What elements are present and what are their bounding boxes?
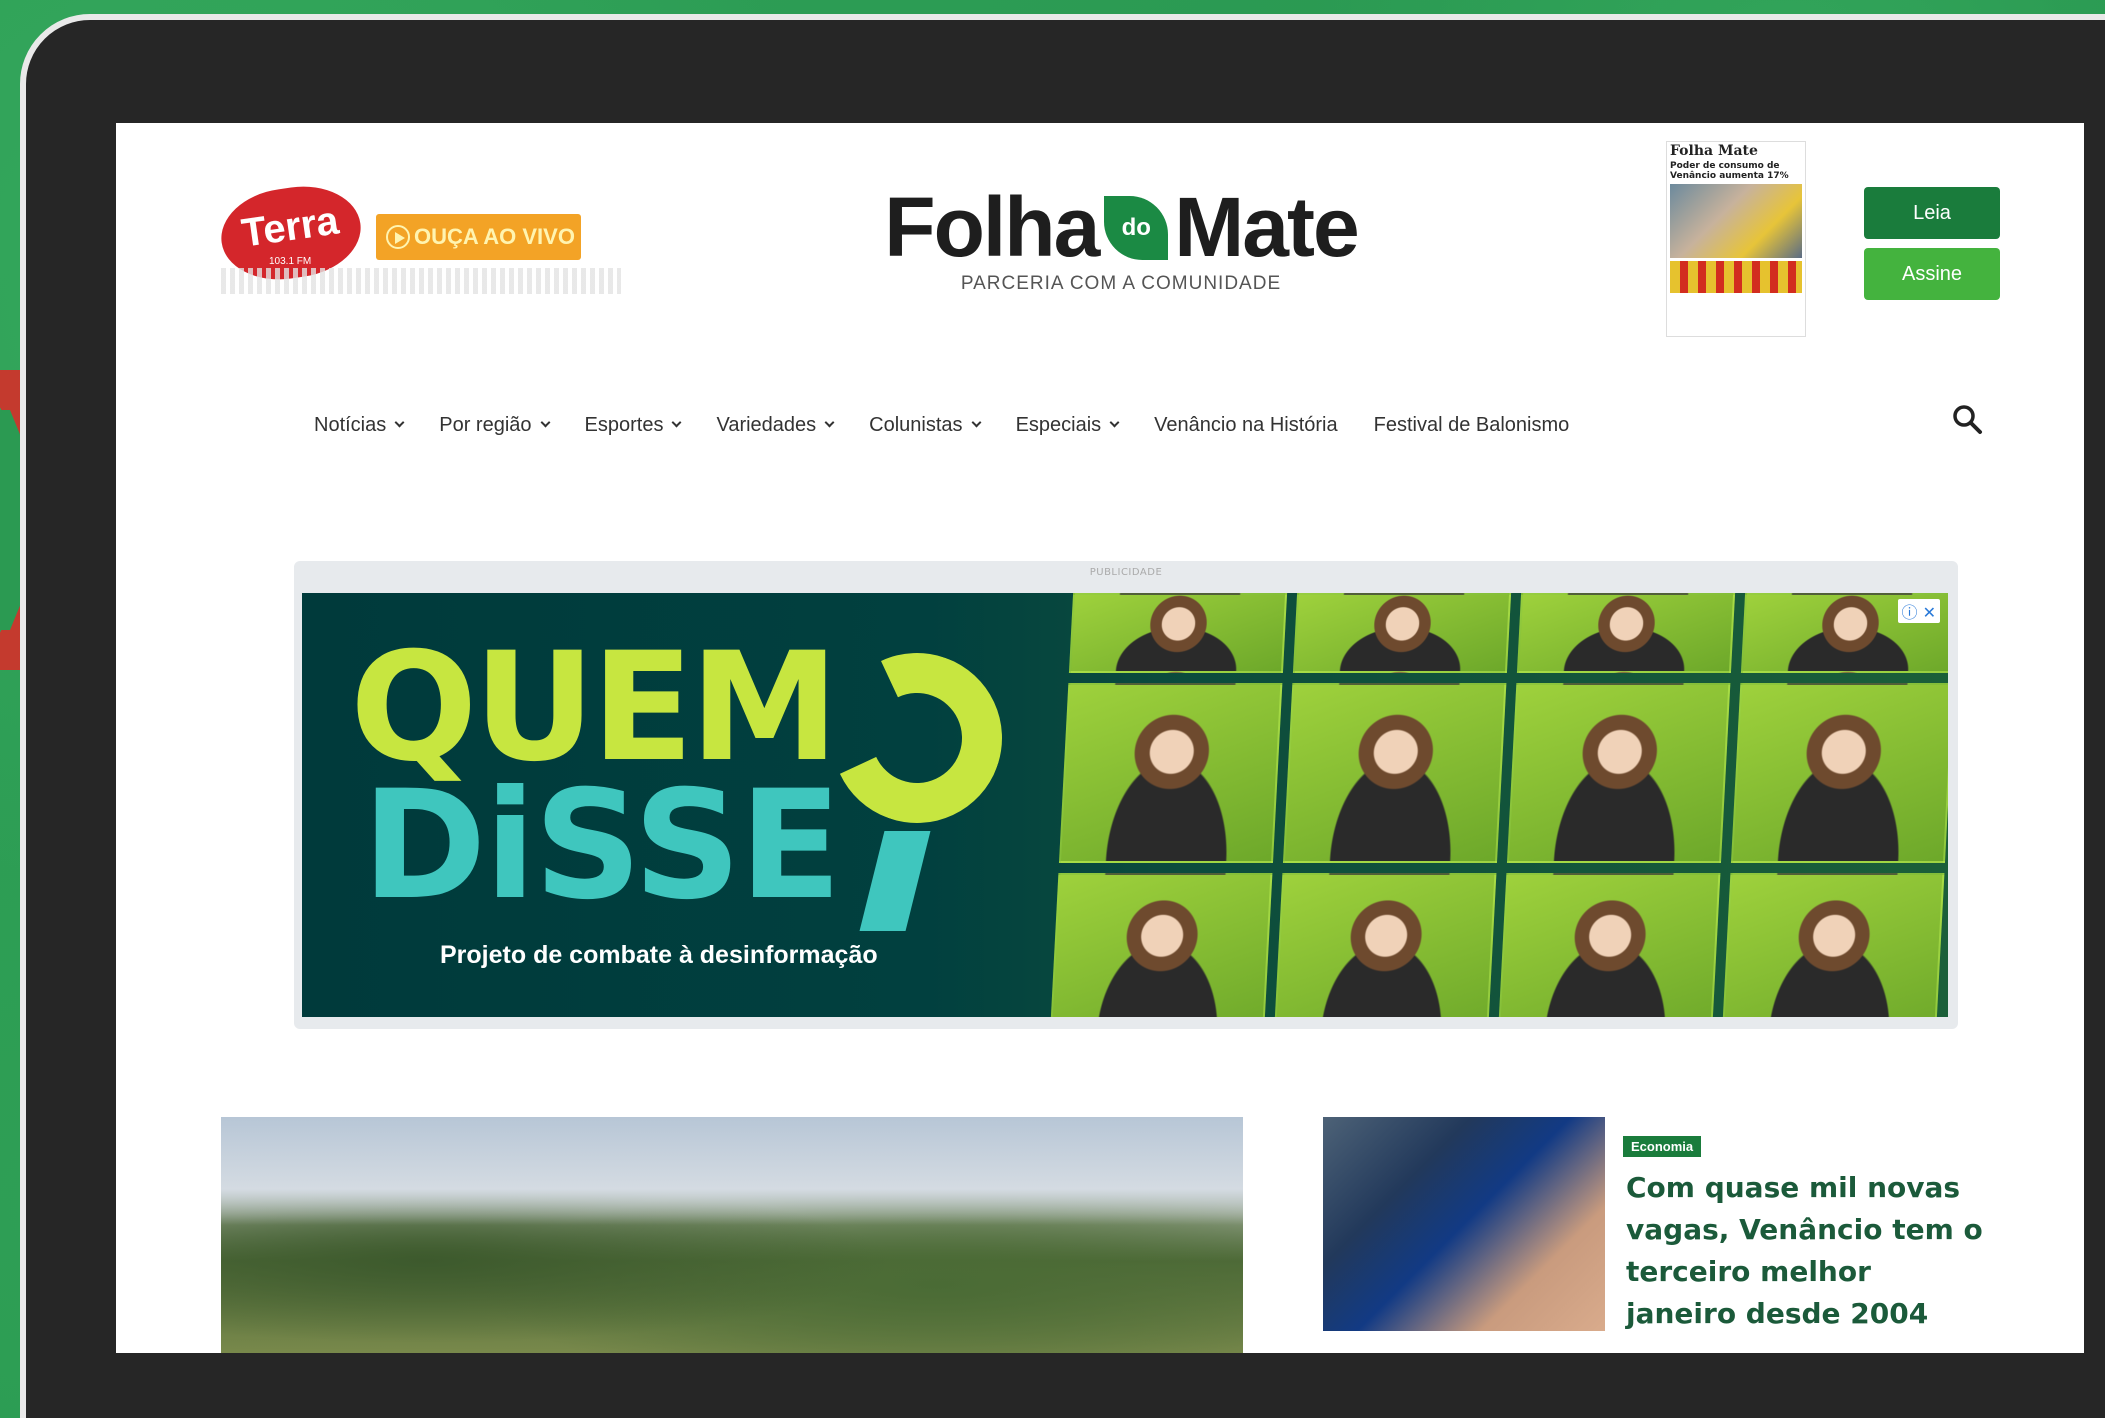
chevron-down-icon: [672, 417, 682, 427]
advertisement-container: PUBLICIDADE QUEM DiSSE Projeto de combat…: [294, 561, 1958, 1029]
ad-photo: [1516, 593, 1736, 673]
ad-photo: [1506, 683, 1731, 863]
ad-photo: [1282, 683, 1507, 863]
nav-item-esportes[interactable]: Esportes: [584, 405, 682, 445]
logo-word-do: do: [1121, 213, 1151, 241]
read-button[interactable]: Leia: [1864, 187, 2000, 239]
nav-item-label: Venâncio na História: [1154, 413, 1338, 436]
ad-photo: [1721, 873, 1945, 1017]
ad-photo: [1068, 593, 1288, 673]
nav-item-por-regiao[interactable]: Por região: [439, 405, 550, 445]
site-logo[interactable]: Folha do Mate PARCERIA COM A COMUNIDADE: [861, 181, 1381, 295]
nav-item-variedades[interactable]: Variedades: [716, 405, 835, 445]
ad-headline-line2: DiSSE: [362, 759, 842, 933]
print-edition-title: Folha Mate: [1670, 143, 1758, 159]
nav-item-venancio-na-historia[interactable]: Venâncio na História: [1154, 405, 1337, 445]
chevron-down-icon: [1109, 417, 1120, 427]
ad-photo: [1058, 683, 1283, 863]
ad-photo-grid: [1049, 593, 1948, 1017]
question-mark-icon: [808, 629, 1026, 847]
browser-viewport: Terra 103.1 FM OUÇA AO VIVO Folha do Mate …: [116, 123, 2084, 1353]
logo-word-mate: Mate: [1174, 180, 1359, 274]
nav-item-label: Notícias: [314, 413, 387, 436]
ad-subtitle: Projeto de combate à desinformação: [440, 941, 878, 969]
nav-item-label: Esportes: [584, 413, 664, 436]
ad-photo: [1497, 873, 1721, 1017]
chevron-down-icon: [824, 417, 835, 427]
nav-item-label: Por região: [439, 413, 532, 436]
subscribe-button[interactable]: Assine: [1864, 248, 2000, 300]
terra-frequency: 103.1 FM: [269, 256, 312, 267]
listen-live-label: OUÇA AO VIVO: [414, 224, 575, 249]
play-icon: [386, 225, 410, 249]
listen-live-button[interactable]: OUÇA AO VIVO: [376, 214, 581, 260]
site-tagline: PARCERIA COM A COMUNIDADE: [960, 273, 1282, 294]
story-headline[interactable]: Com quase mil novas vagas, Venâncio tem …: [1626, 1167, 1986, 1335]
story-category-badge[interactable]: Economia: [1623, 1136, 1702, 1157]
nav-item-festival-de-balonismo[interactable]: Festival de Balonismo: [1374, 405, 1570, 445]
mate-leaf-icon: do: [1104, 195, 1169, 260]
search-icon[interactable]: [1951, 403, 1983, 435]
radio-player[interactable]: Terra 103.1 FM OUÇA AO VIVO: [215, 178, 621, 298]
featured-article-image[interactable]: [221, 1117, 1243, 1353]
nav-item-colunistas[interactable]: Colunistas: [869, 405, 982, 445]
main-navigation: Notícias Por região Esportes Variedades …: [314, 405, 1605, 445]
nav-item-label: Variedades: [716, 413, 817, 436]
nav-item-label: Festival de Balonismo: [1373, 413, 1570, 436]
advertisement-label: PUBLICIDADE: [1089, 567, 1163, 578]
print-edition-thumbnail[interactable]: Folha Mate Poder de consumo de Venâncio …: [1666, 141, 1806, 337]
chevron-down-icon: [971, 417, 982, 427]
print-edition-headline: Poder de consumo de Venâncio aumenta 17%: [1670, 161, 1789, 181]
nav-item-noticias[interactable]: Notícias: [314, 405, 405, 445]
chevron-down-icon: [394, 417, 405, 427]
question-mark-stem: [859, 831, 931, 931]
equalizer-graphic: [221, 268, 621, 294]
ad-photo: [1292, 593, 1512, 673]
print-edition-photo: [1670, 184, 1802, 258]
device-frame: Terra 103.1 FM OUÇA AO VIVO Folha do Mate …: [20, 14, 2105, 1418]
site-logo-wordmark: Folha do Mate: [861, 181, 1381, 273]
nav-item-label: Especiais: [1015, 413, 1102, 436]
nav-item-label: Colunistas: [869, 413, 963, 436]
ad-photo: [1273, 873, 1497, 1017]
chevron-down-icon: [540, 417, 550, 427]
story-thumbnail[interactable]: [1323, 1117, 1605, 1331]
logo-word-folha: Folha: [884, 180, 1100, 274]
print-edition-ads: [1670, 261, 1802, 293]
ad-close-icon[interactable]: ⓘ ✕: [1897, 599, 1940, 623]
terra-logo-text: Terra: [239, 198, 342, 256]
advertisement-banner[interactable]: QUEM DiSSE Projeto de combate à desinfor…: [302, 593, 1948, 1017]
ad-photo: [1730, 683, 1948, 863]
ad-photo: [1049, 873, 1273, 1017]
nav-item-especiais[interactable]: Especiais: [1015, 405, 1120, 445]
